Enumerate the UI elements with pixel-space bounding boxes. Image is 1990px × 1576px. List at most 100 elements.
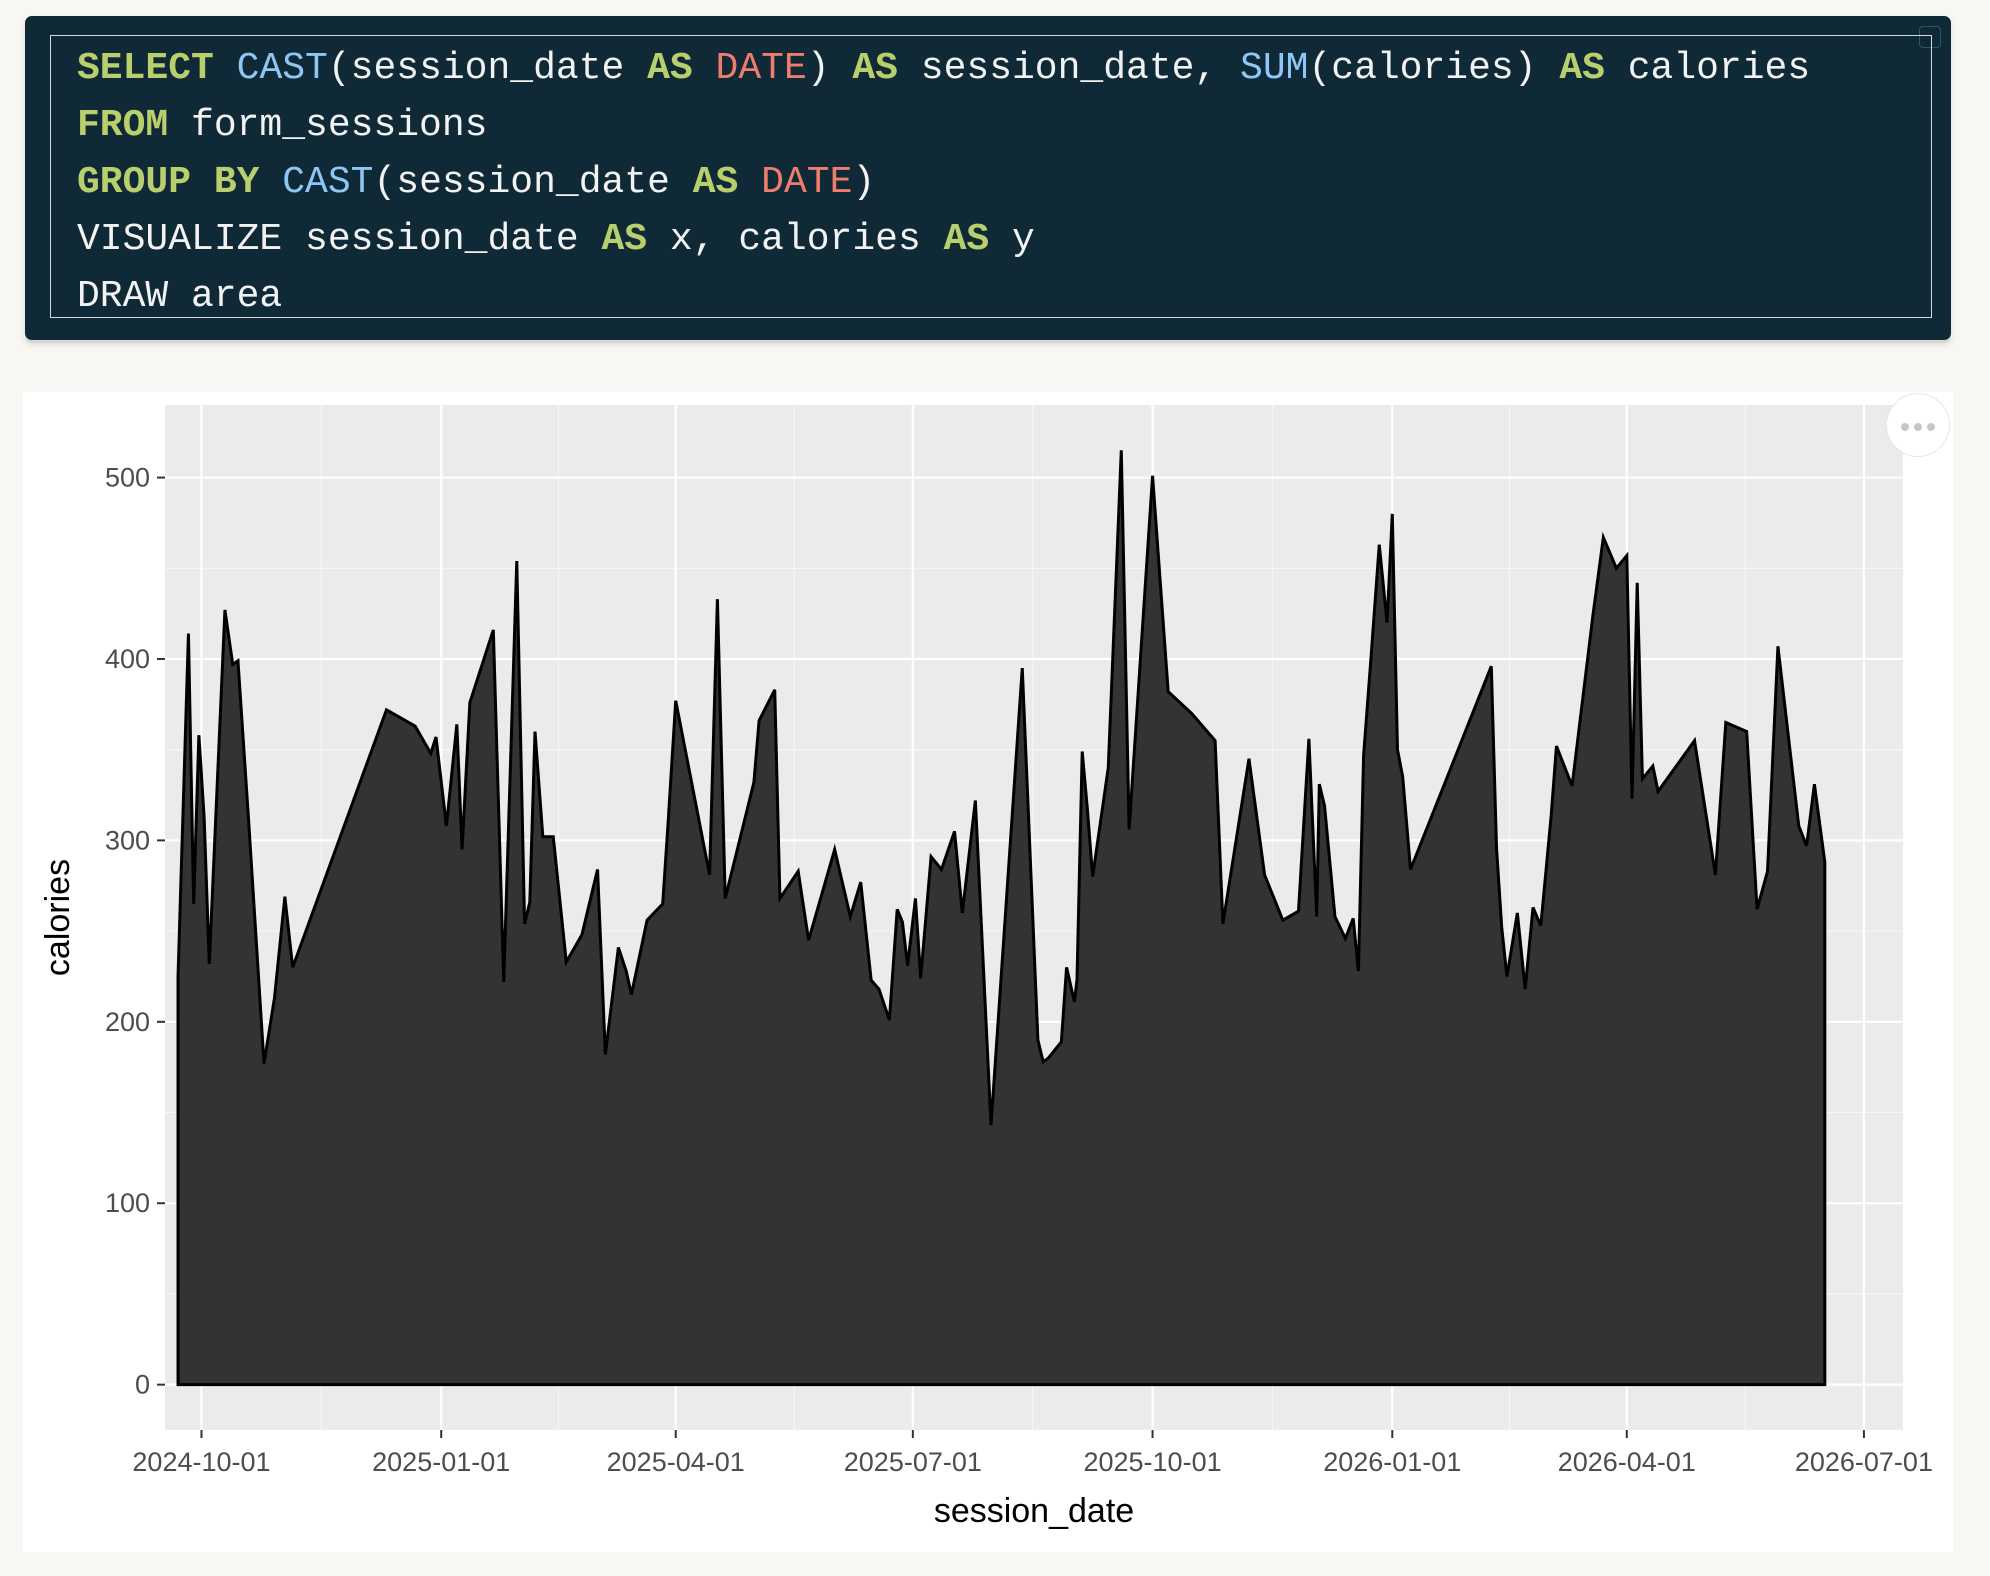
data-point: [273, 997, 275, 999]
data-point: [1037, 1039, 1039, 1041]
x-tick-label: 2025-01-01: [372, 1447, 510, 1477]
data-point: [445, 825, 447, 827]
data-point: [1047, 1057, 1049, 1059]
data-point: [1324, 805, 1326, 807]
data-point: [1081, 751, 1083, 753]
data-point: [1746, 731, 1748, 733]
data-point: [1714, 874, 1716, 876]
data-point: [1128, 829, 1130, 831]
data-point: [1490, 665, 1492, 667]
data-point: [534, 731, 536, 733]
data-point: [1073, 1001, 1075, 1003]
code-token: (session_date: [327, 47, 648, 90]
data-point: [1824, 861, 1826, 863]
data-point: [604, 1053, 606, 1055]
x-tick-label: 2026-04-01: [1558, 1447, 1696, 1477]
data-point: [435, 736, 437, 738]
data-point: [1756, 908, 1758, 910]
data-point: [901, 921, 903, 923]
data-point: [237, 660, 239, 662]
x-tick-label: 2025-04-01: [607, 1447, 745, 1477]
data-point: [1410, 868, 1412, 870]
code-token: DRAW area: [77, 275, 283, 318]
code-token: ): [852, 161, 876, 204]
data-point: [630, 994, 632, 996]
data-point: [974, 799, 976, 801]
data-point: [1222, 923, 1224, 925]
data-point: [1571, 785, 1573, 787]
data-point: [456, 723, 458, 725]
data-point: [187, 633, 189, 635]
data-point: [529, 901, 531, 903]
data-point: [430, 752, 432, 754]
data-point: [1066, 966, 1068, 968]
data-point: [414, 725, 416, 727]
data-point: [774, 689, 776, 691]
data-point: [1344, 937, 1346, 939]
data-point: [1378, 544, 1380, 546]
data-point: [1396, 749, 1398, 751]
data-point: [1631, 798, 1633, 800]
data-point: [808, 939, 810, 941]
code-editor-frame[interactable]: SELECT CAST(session_date AS DATE) AS ses…: [50, 35, 1932, 318]
x-tick-label: 2026-07-01: [1795, 1447, 1933, 1477]
data-point: [1501, 926, 1503, 928]
y-tick-label: 0: [135, 1370, 150, 1400]
data-point: [1264, 874, 1266, 876]
data-point: [1076, 979, 1078, 981]
data-point: [516, 560, 518, 562]
code-token: CAST: [236, 47, 328, 90]
data-point: [1652, 765, 1654, 767]
data-point: [1602, 536, 1604, 538]
data-point: [1042, 1061, 1044, 1063]
data-point: [1524, 988, 1526, 990]
data-point: [617, 946, 619, 948]
data-point: [1060, 1041, 1062, 1043]
data-point: [920, 977, 922, 979]
data-point: [597, 868, 599, 870]
x-tick-label: 2025-07-01: [844, 1447, 982, 1477]
data-point: [203, 816, 205, 818]
data-point: [961, 912, 963, 914]
code-line: DRAW area: [77, 268, 282, 325]
x-tick-label: 2026-01-01: [1323, 1447, 1461, 1477]
data-point: [625, 970, 627, 972]
code-token: calories: [1604, 47, 1811, 90]
data-point: [834, 848, 836, 850]
y-tick-label: 500: [105, 463, 150, 493]
data-point: [870, 979, 872, 981]
x-axis-title: session_date: [934, 1492, 1134, 1530]
data-point: [779, 897, 781, 899]
code-token: CAST: [282, 161, 374, 204]
data-point: [1555, 745, 1557, 747]
data-point: [990, 1124, 992, 1126]
data-point: [198, 734, 200, 736]
data-point: [907, 965, 909, 967]
data-point: [888, 1019, 890, 1021]
data-point: [1308, 738, 1310, 740]
more-icon: [1901, 423, 1909, 431]
code-token: AS: [852, 47, 898, 90]
data-point: [896, 908, 898, 910]
data-point: [1806, 845, 1808, 847]
code-token: AS: [647, 47, 693, 90]
code-token: AS: [601, 218, 648, 261]
code-token: DATE: [761, 161, 853, 204]
chart-card: 2024-10-01 2025-01-01 2025-04-01 2025-07-01…: [23, 392, 1953, 1552]
data-point: [1798, 825, 1800, 827]
data-point: [552, 836, 554, 838]
data-point: [1086, 809, 1088, 811]
data-point: [1657, 790, 1659, 792]
chart-menu-button[interactable]: [1886, 393, 1950, 457]
data-point: [1636, 582, 1638, 584]
data-point: [1248, 758, 1250, 760]
data-point: [1107, 767, 1109, 769]
data-point: [565, 961, 567, 963]
sql-code-block: SELECT CAST(session_date AS DATE) AS ses…: [25, 16, 1951, 340]
y-tick-label: 200: [105, 1007, 150, 1037]
data-point: [177, 975, 179, 977]
data-point: [1363, 754, 1365, 756]
